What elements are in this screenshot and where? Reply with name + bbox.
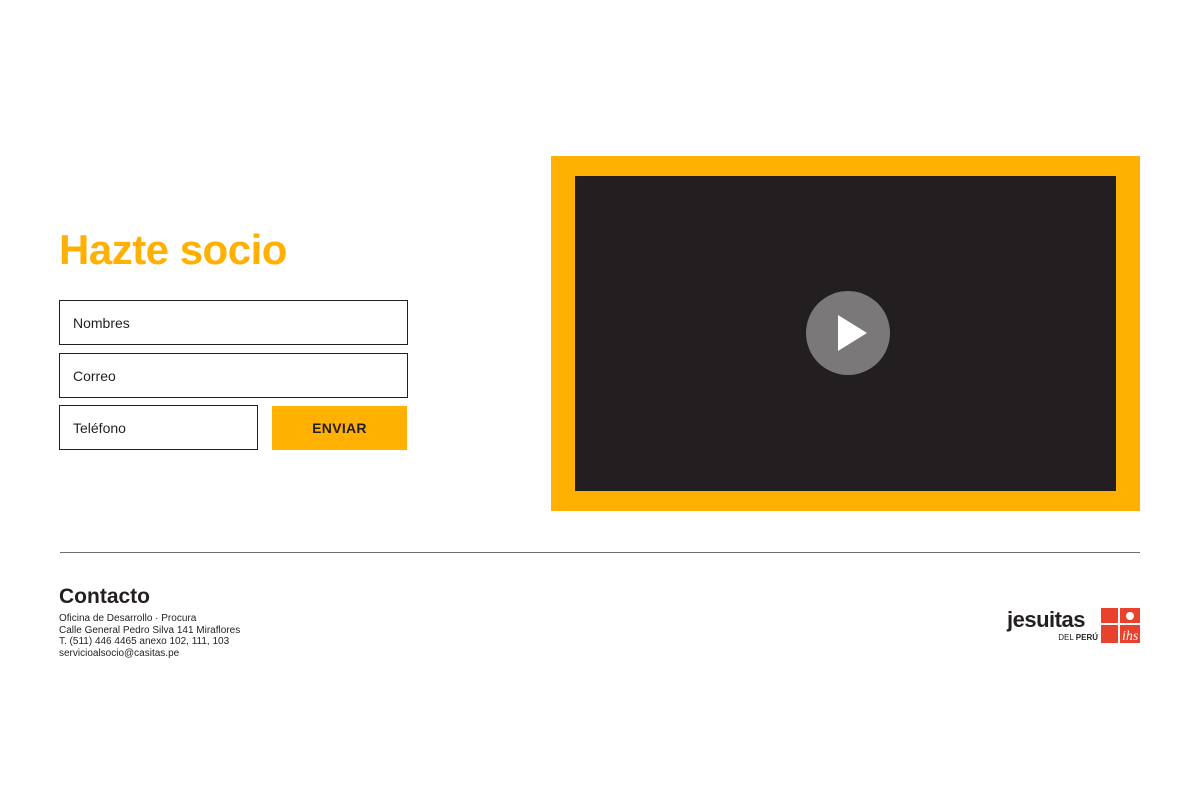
ihs-emblem-icon: ihs [1101,608,1140,643]
contact-email: servicioalsocio@casitas.pe [59,647,180,659]
footer-divider [60,552,1140,553]
contact-office: Oficina de Desarrollo · Procura [59,613,197,624]
nombres-input[interactable] [59,300,408,345]
play-icon [838,315,867,351]
contact-address: Calle General Pedro Silva 141 Miraflores [59,624,241,636]
contact-info: Oficina de Desarrollo · Procura Calle Ge… [59,613,240,659]
play-button[interactable] [806,291,890,375]
signup-title: Hazte socio [59,226,287,273]
contact-phone: T. (511) 446 4465 anexo 102, 111, 103 [59,636,230,647]
correo-input[interactable] [59,353,408,398]
video-frame [551,156,1140,511]
jesuitas-logo[interactable]: jesuitas DEL PERÚ ihs [1007,607,1140,645]
enviar-button[interactable]: ENVIAR [272,406,407,450]
logo-sub-prefix: DEL [1058,633,1074,642]
page: Hazte socio ENVIAR Contacto Oficina de D… [0,0,1200,800]
contact-title: Contacto [59,585,150,608]
logo-subtitle: DEL PERÚ [1058,633,1098,643]
video-player[interactable] [575,176,1116,491]
logo-mark-text: ihs [1122,629,1139,643]
logo-wordmark: jesuitas [1007,607,1085,632]
telefono-input[interactable] [59,405,258,450]
logo-sub-bold: PERÚ [1075,633,1098,642]
